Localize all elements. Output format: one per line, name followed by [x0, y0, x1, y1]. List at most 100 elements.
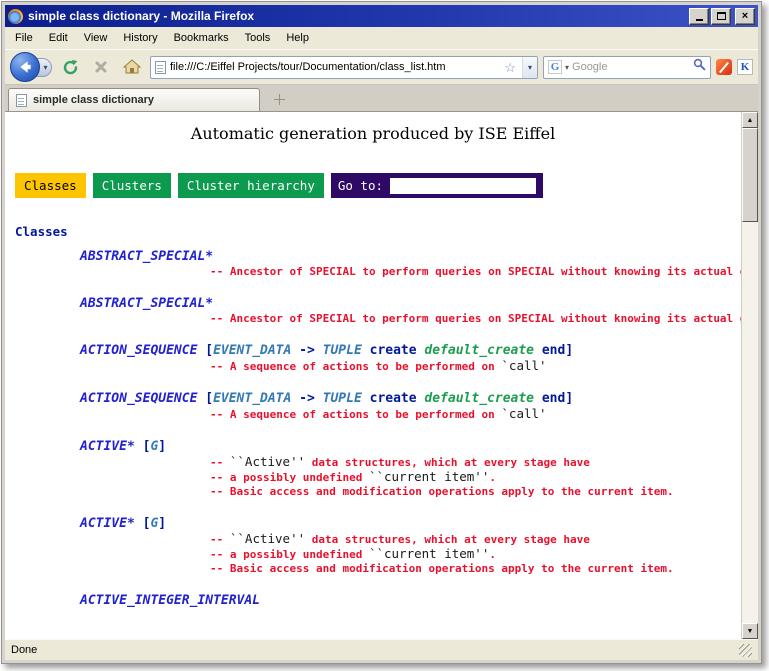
addon-icon-k[interactable]: K [737, 59, 753, 75]
token-comment: data structures, which at every stage ha… [305, 456, 590, 469]
token-comment: -- Basic access and modification operati… [210, 485, 674, 498]
token-comment: data structures, which at every stage ha… [305, 533, 590, 546]
menu-item-view[interactable]: View [76, 28, 116, 48]
token-keyword: end [542, 391, 565, 406]
goto-label: Go to: [338, 178, 383, 193]
class-signature-link[interactable]: ACTION_SEQUENCE [EVENT_DATA -> TUPLE cre… [80, 391, 741, 407]
class-signature-link[interactable]: ACTION_SEQUENCE [EVENT_DATA -> TUPLE cre… [80, 343, 741, 359]
class-signature-link[interactable]: ABSTRACT_SPECIAL* [80, 296, 741, 312]
token-feature: default_create [424, 343, 534, 358]
token-code: ``Active'' [230, 531, 305, 546]
token-plain [362, 343, 370, 358]
token-comment: -- Ancestor of SPECIAL to perform querie… [210, 265, 741, 278]
home-button[interactable] [119, 54, 145, 80]
scroll-down-button[interactable]: ▼ [742, 623, 758, 639]
token-plain: -> [291, 391, 322, 406]
bookmark-star-icon[interactable]: ☆ [502, 61, 518, 74]
maximize-button[interactable] [711, 8, 731, 25]
menu-item-file[interactable]: File [7, 28, 41, 48]
token-class: ABSTRACT_SPECIAL* [80, 296, 213, 311]
token-class: ACTIVE* [80, 516, 135, 531]
scroll-up-button[interactable]: ▲ [742, 112, 758, 128]
token-comment: -- a possibly undefined [210, 471, 369, 484]
menubar: FileEditViewHistoryBookmarksToolsHelp [5, 27, 758, 49]
scroll-thumb[interactable] [742, 128, 758, 222]
tab-label: simple class dictionary [33, 94, 154, 106]
class-entry: ACTION_SEQUENCE [EVENT_DATA -> TUPLE cre… [80, 391, 741, 422]
tab-favicon-icon [16, 94, 27, 107]
stop-icon [94, 60, 108, 74]
minimize-button[interactable] [689, 8, 709, 25]
page-nav: Classes Clusters Cluster hierarchy Go to… [15, 173, 741, 198]
token-comment: -- [210, 533, 230, 546]
goto-panel: Go to: [331, 173, 543, 198]
navigation-toolbar: ▾ file:///C:/Eiffel Projects/tour/Docume… [5, 49, 758, 85]
back-button[interactable] [10, 52, 40, 82]
token-class: ABSTRACT_SPECIAL* [80, 249, 213, 264]
search-engine-dropdown[interactable]: ▾ [565, 63, 569, 72]
class-signature-link[interactable]: ACTIVE_INTEGER_INTERVAL [80, 593, 741, 609]
token-keyword: create [370, 391, 417, 406]
status-text: Done [11, 644, 37, 656]
vertical-scrollbar: ▲ ▼ [741, 112, 758, 639]
class-signature-link[interactable]: ACTIVE* [G] [80, 439, 741, 455]
address-dropdown-button[interactable]: ▾ [522, 57, 537, 78]
class-comment: -- ``Active'' data structures, which at … [210, 455, 741, 470]
window-controls: × [689, 8, 755, 25]
menu-item-tools[interactable]: Tools [237, 28, 279, 48]
token-generic: EVENT_DATA [213, 343, 291, 358]
menu-item-bookmarks[interactable]: Bookmarks [166, 28, 237, 48]
search-placeholder: Google [572, 61, 690, 73]
token-plain: ] [565, 343, 573, 358]
address-bar[interactable]: file:///C:/Eiffel Projects/tour/Document… [150, 56, 538, 79]
class-entry: ACTIVE* [G]-- ``Active'' data structures… [80, 516, 741, 576]
token-code: ``current item'' [369, 546, 489, 561]
class-comment: -- A sequence of actions to be performed… [210, 407, 741, 422]
new-tab-icon[interactable] [274, 94, 285, 105]
tab-simple-class-dictionary[interactable]: simple class dictionary [8, 88, 260, 111]
class-comment: -- Ancestor of SPECIAL to perform querie… [210, 265, 741, 279]
refresh-icon [62, 59, 79, 76]
class-comment: -- A sequence of actions to be performed… [210, 359, 741, 374]
token-keyword: end [542, 343, 565, 358]
goto-input[interactable] [390, 178, 536, 194]
class-comment: -- ``Active'' data structures, which at … [210, 532, 741, 547]
magnifier-icon [693, 58, 706, 71]
nav-clusters-button[interactable]: Clusters [93, 173, 171, 198]
token-comment: . [489, 471, 496, 484]
class-comment: -- Basic access and modification operati… [210, 562, 741, 576]
token-comment: -- A sequence of actions to be performed… [210, 360, 501, 373]
address-text: file:///C:/Eiffel Projects/tour/Document… [170, 61, 498, 73]
token-plain [534, 343, 542, 358]
browser-window: simple class dictionary - Mozilla Firefo… [1, 1, 762, 664]
close-button[interactable]: × [735, 8, 755, 25]
nav-cluster-hierarchy-button[interactable]: Cluster hierarchy [178, 173, 324, 198]
window-title: simple class dictionary - Mozilla Firefo… [28, 9, 254, 23]
token-code: `call' [501, 406, 546, 421]
token-comment: -- A sequence of actions to be performed… [210, 408, 501, 421]
stop-button[interactable] [88, 54, 114, 80]
menu-item-edit[interactable]: Edit [41, 28, 76, 48]
menu-item-history[interactable]: History [115, 28, 165, 48]
class-signature-link[interactable]: ABSTRACT_SPECIAL* [80, 249, 741, 265]
resize-grip[interactable] [739, 644, 752, 657]
class-signature-link[interactable]: ACTIVE* [G] [80, 516, 741, 532]
refresh-button[interactable] [57, 54, 83, 80]
menu-item-help[interactable]: Help [278, 28, 317, 48]
class-entry: ACTIVE_INTEGER_INTERVAL [80, 593, 741, 609]
scroll-track[interactable] [742, 222, 758, 623]
search-submit-button[interactable] [693, 58, 706, 76]
firefox-logo-icon [8, 9, 23, 24]
token-comment: -- Ancestor of SPECIAL to perform querie… [210, 312, 741, 325]
token-generic: TUPLE [323, 391, 362, 406]
class-comment: -- Basic access and modification operati… [210, 485, 741, 499]
token-generic: EVENT_DATA [213, 391, 291, 406]
back-arrow-icon [17, 59, 33, 75]
class-entry: ABSTRACT_SPECIAL*-- Ancestor of SPECIAL … [80, 296, 741, 326]
nav-classes-button[interactable]: Classes [15, 173, 86, 198]
class-comment: -- a possibly undefined ``current item''… [210, 547, 741, 562]
token-comment: -- Basic access and modification operati… [210, 562, 674, 575]
search-field[interactable]: G ▾ Google [543, 56, 711, 79]
maximize-icon [717, 12, 726, 20]
addon-icon-red[interactable] [716, 59, 732, 75]
